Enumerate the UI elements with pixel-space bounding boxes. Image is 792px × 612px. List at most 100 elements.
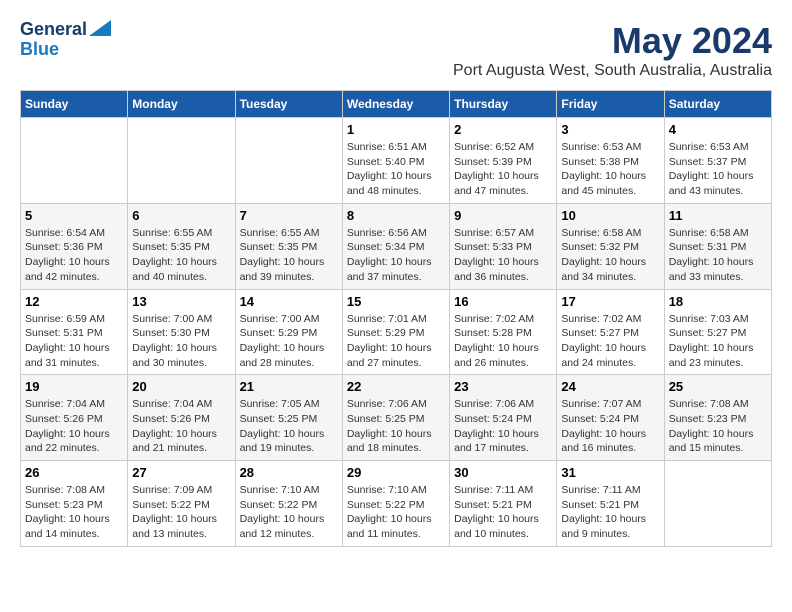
- calendar-cell: 18 Sunrise: 7:03 AM Sunset: 5:27 PM Dayli…: [664, 289, 771, 375]
- day-number: 8: [347, 208, 445, 223]
- logo-blue: Blue: [20, 40, 59, 60]
- day-number: 6: [132, 208, 230, 223]
- day-info: Sunrise: 7:01 AM Sunset: 5:29 PM Dayligh…: [347, 312, 445, 371]
- weekday-thursday: Thursday: [450, 91, 557, 118]
- calendar-cell: 21 Sunrise: 7:05 AM Sunset: 5:25 PM Dayli…: [235, 375, 342, 461]
- day-number: 4: [669, 122, 767, 137]
- day-number: 18: [669, 294, 767, 309]
- day-info: Sunrise: 7:06 AM Sunset: 5:24 PM Dayligh…: [454, 397, 552, 456]
- day-info: Sunrise: 6:53 AM Sunset: 5:37 PM Dayligh…: [669, 140, 767, 199]
- calendar-week-4: 19 Sunrise: 7:04 AM Sunset: 5:26 PM Dayli…: [21, 375, 772, 461]
- weekday-sunday: Sunday: [21, 91, 128, 118]
- calendar-cell: 6 Sunrise: 6:55 AM Sunset: 5:35 PM Daylig…: [128, 203, 235, 289]
- calendar-cell: 5 Sunrise: 6:54 AM Sunset: 5:36 PM Daylig…: [21, 203, 128, 289]
- calendar-table: SundayMondayTuesdayWednesdayThursdayFrid…: [20, 90, 772, 547]
- day-number: 24: [561, 379, 659, 394]
- day-info: Sunrise: 7:02 AM Sunset: 5:27 PM Dayligh…: [561, 312, 659, 371]
- calendar-cell: 28Sunrise: 7:10 AM Sunset: 5:22 PM Dayli…: [235, 461, 342, 547]
- calendar-cell: 11Sunrise: 6:58 AM Sunset: 5:31 PM Dayli…: [664, 203, 771, 289]
- day-number: 23: [454, 379, 552, 394]
- day-info: Sunrise: 7:06 AM Sunset: 5:25 PM Dayligh…: [347, 397, 445, 456]
- day-info: Sunrise: 7:04 AM Sunset: 5:26 PM Dayligh…: [25, 397, 123, 456]
- calendar-cell: [664, 461, 771, 547]
- day-info: Sunrise: 6:53 AM Sunset: 5:38 PM Dayligh…: [561, 140, 659, 199]
- day-info: Sunrise: 7:08 AM Sunset: 5:23 PM Dayligh…: [25, 483, 123, 542]
- day-number: 5: [25, 208, 123, 223]
- weekday-saturday: Saturday: [664, 91, 771, 118]
- calendar-cell: 15 Sunrise: 7:01 AM Sunset: 5:29 PM Dayli…: [342, 289, 449, 375]
- day-number: 15: [347, 294, 445, 309]
- day-info: Sunrise: 7:05 AM Sunset: 5:25 PM Dayligh…: [240, 397, 338, 456]
- calendar-cell: 12Sunrise: 6:59 AM Sunset: 5:31 PM Dayli…: [21, 289, 128, 375]
- day-info: Sunrise: 7:08 AM Sunset: 5:23 PM Dayligh…: [669, 397, 767, 456]
- day-info: Sunrise: 7:10 AM Sunset: 5:22 PM Dayligh…: [240, 483, 338, 542]
- calendar-cell: 25 Sunrise: 7:08 AM Sunset: 5:23 PM Dayli…: [664, 375, 771, 461]
- day-number: 1: [347, 122, 445, 137]
- calendar-cell: 14 Sunrise: 7:00 AM Sunset: 5:29 PM Dayli…: [235, 289, 342, 375]
- day-info: Sunrise: 7:00 AM Sunset: 5:29 PM Dayligh…: [240, 312, 338, 371]
- day-info: Sunrise: 6:52 AM Sunset: 5:39 PM Dayligh…: [454, 140, 552, 199]
- day-info: Sunrise: 7:11 AM Sunset: 5:21 PM Dayligh…: [561, 483, 659, 542]
- day-info: Sunrise: 7:00 AM Sunset: 5:30 PM Dayligh…: [132, 312, 230, 371]
- day-number: 25: [669, 379, 767, 394]
- day-number: 17: [561, 294, 659, 309]
- weekday-tuesday: Tuesday: [235, 91, 342, 118]
- calendar-cell: 8Sunrise: 6:56 AM Sunset: 5:34 PM Daylig…: [342, 203, 449, 289]
- calendar-cell: 20Sunrise: 7:04 AM Sunset: 5:26 PM Dayli…: [128, 375, 235, 461]
- day-number: 2: [454, 122, 552, 137]
- calendar-cell: 26 Sunrise: 7:08 AM Sunset: 5:23 PM Dayli…: [21, 461, 128, 547]
- day-info: Sunrise: 6:54 AM Sunset: 5:36 PM Dayligh…: [25, 226, 123, 285]
- calendar-cell: 29Sunrise: 7:10 AM Sunset: 5:22 PM Dayli…: [342, 461, 449, 547]
- calendar-cell: 30 Sunrise: 7:11 AM Sunset: 5:21 PM Dayli…: [450, 461, 557, 547]
- calendar-cell: 23 Sunrise: 7:06 AM Sunset: 5:24 PM Dayli…: [450, 375, 557, 461]
- day-number: 31: [561, 465, 659, 480]
- day-number: 11: [669, 208, 767, 223]
- day-info: Sunrise: 7:04 AM Sunset: 5:26 PM Dayligh…: [132, 397, 230, 456]
- logo-general: General: [20, 20, 87, 40]
- day-info: Sunrise: 6:57 AM Sunset: 5:33 PM Dayligh…: [454, 226, 552, 285]
- day-info: Sunrise: 6:51 AM Sunset: 5:40 PM Dayligh…: [347, 140, 445, 199]
- day-number: 9: [454, 208, 552, 223]
- day-number: 26: [25, 465, 123, 480]
- calendar-cell: 7 Sunrise: 6:55 AM Sunset: 5:35 PM Daylig…: [235, 203, 342, 289]
- calendar-body: 1 Sunrise: 6:51 AM Sunset: 5:40 PM Daylig…: [21, 118, 772, 547]
- day-info: Sunrise: 7:11 AM Sunset: 5:21 PM Dayligh…: [454, 483, 552, 542]
- day-info: Sunrise: 7:09 AM Sunset: 5:22 PM Dayligh…: [132, 483, 230, 542]
- weekday-header-row: SundayMondayTuesdayWednesdayThursdayFrid…: [21, 91, 772, 118]
- day-info: Sunrise: 7:02 AM Sunset: 5:28 PM Dayligh…: [454, 312, 552, 371]
- calendar-week-1: 1 Sunrise: 6:51 AM Sunset: 5:40 PM Daylig…: [21, 118, 772, 204]
- day-number: 30: [454, 465, 552, 480]
- calendar-cell: 31 Sunrise: 7:11 AM Sunset: 5:21 PM Dayli…: [557, 461, 664, 547]
- calendar-cell: [128, 118, 235, 204]
- location-title: Port Augusta West, South Australia, Aust…: [453, 62, 772, 80]
- calendar-week-5: 26 Sunrise: 7:08 AM Sunset: 5:23 PM Dayli…: [21, 461, 772, 547]
- calendar-cell: 2 Sunrise: 6:52 AM Sunset: 5:39 PM Daylig…: [450, 118, 557, 204]
- day-number: 3: [561, 122, 659, 137]
- day-number: 16: [454, 294, 552, 309]
- day-number: 13: [132, 294, 230, 309]
- day-number: 27: [132, 465, 230, 480]
- calendar-cell: 16 Sunrise: 7:02 AM Sunset: 5:28 PM Dayli…: [450, 289, 557, 375]
- day-number: 12: [25, 294, 123, 309]
- day-info: Sunrise: 6:55 AM Sunset: 5:35 PM Dayligh…: [240, 226, 338, 285]
- calendar-week-3: 12Sunrise: 6:59 AM Sunset: 5:31 PM Dayli…: [21, 289, 772, 375]
- day-number: 14: [240, 294, 338, 309]
- logo: General Blue: [20, 20, 111, 60]
- calendar-cell: 1 Sunrise: 6:51 AM Sunset: 5:40 PM Daylig…: [342, 118, 449, 204]
- month-title: May 2024: [453, 20, 772, 62]
- calendar-cell: 19 Sunrise: 7:04 AM Sunset: 5:26 PM Dayli…: [21, 375, 128, 461]
- day-number: 21: [240, 379, 338, 394]
- day-info: Sunrise: 6:58 AM Sunset: 5:32 PM Dayligh…: [561, 226, 659, 285]
- day-number: 10: [561, 208, 659, 223]
- day-info: Sunrise: 7:03 AM Sunset: 5:27 PM Dayligh…: [669, 312, 767, 371]
- weekday-wednesday: Wednesday: [342, 91, 449, 118]
- page-header: General Blue May 2024 Port Augusta West,…: [20, 20, 772, 80]
- day-number: 7: [240, 208, 338, 223]
- day-info: Sunrise: 6:55 AM Sunset: 5:35 PM Dayligh…: [132, 226, 230, 285]
- calendar-cell: 13 Sunrise: 7:00 AM Sunset: 5:30 PM Dayli…: [128, 289, 235, 375]
- day-number: 19: [25, 379, 123, 394]
- calendar-cell: 10 Sunrise: 6:58 AM Sunset: 5:32 PM Dayli…: [557, 203, 664, 289]
- day-number: 29: [347, 465, 445, 480]
- calendar-week-2: 5 Sunrise: 6:54 AM Sunset: 5:36 PM Daylig…: [21, 203, 772, 289]
- weekday-monday: Monday: [128, 91, 235, 118]
